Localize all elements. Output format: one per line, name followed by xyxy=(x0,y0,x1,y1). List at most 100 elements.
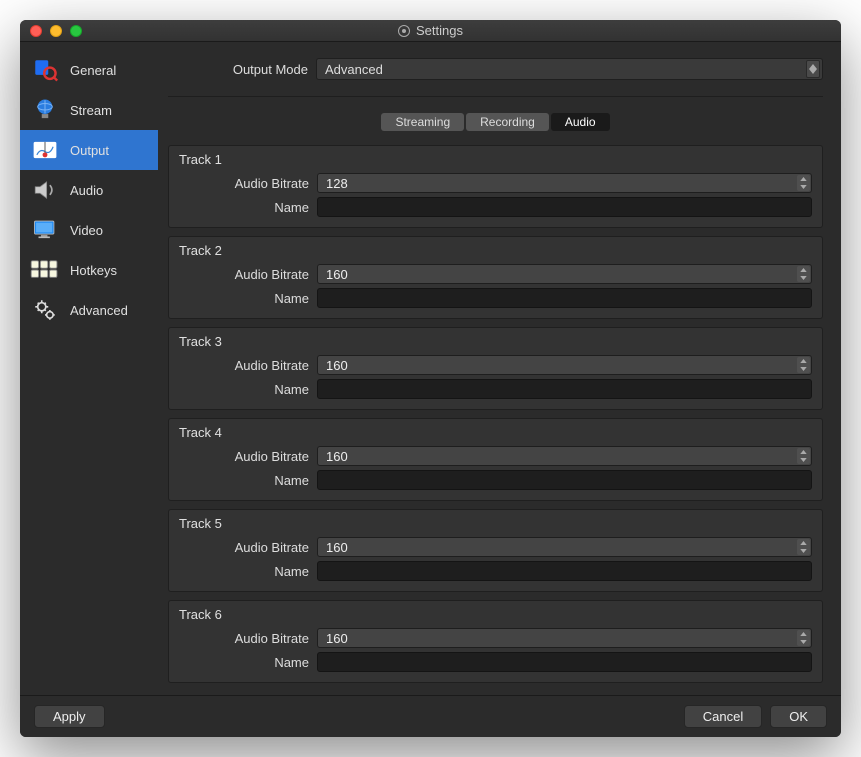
audio-bitrate-label: Audio Bitrate xyxy=(179,449,309,464)
audio-bitrate-row: Audio Bitrate 160 xyxy=(179,264,812,284)
titlebar: Settings xyxy=(20,20,841,42)
sidebar-item-label: Output xyxy=(70,143,109,158)
track-group: Track 4 Audio Bitrate 160 Name xyxy=(168,418,823,501)
output-tabs: Streaming Recording Audio xyxy=(168,105,823,137)
window-body: General Stream xyxy=(20,42,841,695)
audio-bitrate-value: 128 xyxy=(326,176,348,191)
track-name-input[interactable] xyxy=(317,470,812,490)
tab-recording[interactable]: Recording xyxy=(466,113,549,131)
output-mode-label: Output Mode xyxy=(168,62,308,77)
advanced-icon xyxy=(30,296,60,324)
output-icon xyxy=(30,136,60,164)
output-mode-select[interactable]: Advanced xyxy=(316,58,823,80)
stepper-icon xyxy=(797,539,810,555)
audio-bitrate-input[interactable]: 160 xyxy=(317,264,812,284)
audio-bitrate-value: 160 xyxy=(326,267,348,282)
stepper-icon xyxy=(797,266,810,282)
sidebar: General Stream xyxy=(20,42,158,695)
track-name-input[interactable] xyxy=(317,288,812,308)
footer: Apply Cancel OK xyxy=(20,695,841,737)
audio-bitrate-row: Audio Bitrate 160 xyxy=(179,628,812,648)
track-title: Track 2 xyxy=(179,243,812,258)
track-name-label: Name xyxy=(179,564,309,579)
audio-bitrate-row: Audio Bitrate 160 xyxy=(179,446,812,466)
minimize-window-button[interactable] xyxy=(50,25,62,37)
track-name-label: Name xyxy=(179,473,309,488)
sidebar-item-general[interactable]: General xyxy=(20,50,158,90)
stepper-icon xyxy=(797,175,810,191)
audio-bitrate-label: Audio Bitrate xyxy=(179,358,309,373)
sidebar-item-advanced[interactable]: Advanced xyxy=(20,290,158,330)
track-name-input[interactable] xyxy=(317,197,812,217)
sidebar-item-audio[interactable]: Audio xyxy=(20,170,158,210)
stepper-icon xyxy=(797,448,810,464)
audio-bitrate-label: Audio Bitrate xyxy=(179,267,309,282)
track-name-input[interactable] xyxy=(317,379,812,399)
track-group: Track 1 Audio Bitrate 128 Name xyxy=(168,145,823,228)
app-icon xyxy=(398,25,410,37)
track-title: Track 6 xyxy=(179,607,812,622)
hotkeys-icon xyxy=(30,256,60,284)
zoom-window-button[interactable] xyxy=(70,25,82,37)
track-name-input[interactable] xyxy=(317,561,812,581)
track-group: Track 6 Audio Bitrate 160 Name xyxy=(168,600,823,683)
audio-bitrate-value: 160 xyxy=(326,631,348,646)
sidebar-item-label: Hotkeys xyxy=(70,263,117,278)
cancel-button[interactable]: Cancel xyxy=(684,705,762,728)
track-group: Track 3 Audio Bitrate 160 Name xyxy=(168,327,823,410)
track-group: Track 2 Audio Bitrate 160 Name xyxy=(168,236,823,319)
ok-button[interactable]: OK xyxy=(770,705,827,728)
audio-bitrate-input[interactable]: 160 xyxy=(317,537,812,557)
window-title-text: Settings xyxy=(416,23,463,38)
track-title: Track 4 xyxy=(179,425,812,440)
traffic-lights xyxy=(20,25,82,37)
track-name-input[interactable] xyxy=(317,652,812,672)
audio-bitrate-value: 160 xyxy=(326,540,348,555)
sidebar-item-video[interactable]: Video xyxy=(20,210,158,250)
audio-bitrate-input[interactable]: 160 xyxy=(317,628,812,648)
track-name-label: Name xyxy=(179,655,309,670)
apply-button[interactable]: Apply xyxy=(34,705,105,728)
track-name-row: Name xyxy=(179,197,812,217)
track-title: Track 1 xyxy=(179,152,812,167)
general-icon xyxy=(30,56,60,84)
audio-bitrate-label: Audio Bitrate xyxy=(179,176,309,191)
track-name-row: Name xyxy=(179,288,812,308)
audio-bitrate-input[interactable]: 128 xyxy=(317,173,812,193)
output-mode-value: Advanced xyxy=(325,62,383,77)
sidebar-item-label: Audio xyxy=(70,183,103,198)
track-title: Track 3 xyxy=(179,334,812,349)
tab-audio[interactable]: Audio xyxy=(551,113,610,131)
audio-bitrate-row: Audio Bitrate 160 xyxy=(179,355,812,375)
track-title: Track 5 xyxy=(179,516,812,531)
audio-bitrate-row: Audio Bitrate 160 xyxy=(179,537,812,557)
sidebar-item-hotkeys[interactable]: Hotkeys xyxy=(20,250,158,290)
sidebar-item-output[interactable]: Output xyxy=(20,130,158,170)
track-name-row: Name xyxy=(179,379,812,399)
track-name-row: Name xyxy=(179,470,812,490)
track-group: Track 5 Audio Bitrate 160 Name xyxy=(168,509,823,592)
track-name-row: Name xyxy=(179,652,812,672)
sidebar-item-label: Advanced xyxy=(70,303,128,318)
stepper-icon xyxy=(797,630,810,646)
divider xyxy=(168,96,823,97)
sidebar-item-label: Video xyxy=(70,223,103,238)
video-icon xyxy=(30,216,60,244)
sidebar-item-label: Stream xyxy=(70,103,112,118)
output-mode-row: Output Mode Advanced xyxy=(168,54,823,88)
audio-bitrate-label: Audio Bitrate xyxy=(179,540,309,555)
track-name-label: Name xyxy=(179,382,309,397)
audio-bitrate-label: Audio Bitrate xyxy=(179,631,309,646)
audio-bitrate-input[interactable]: 160 xyxy=(317,446,812,466)
track-name-label: Name xyxy=(179,200,309,215)
tab-streaming[interactable]: Streaming xyxy=(381,113,464,131)
close-window-button[interactable] xyxy=(30,25,42,37)
audio-bitrate-value: 160 xyxy=(326,449,348,464)
stepper-icon xyxy=(797,357,810,373)
main-panel: Output Mode Advanced Streaming Recording… xyxy=(158,42,841,695)
tracks-container: Track 1 Audio Bitrate 128 Name Track 2 Audio … xyxy=(168,145,823,683)
settings-window: Settings General xyxy=(20,20,841,737)
audio-bitrate-input[interactable]: 160 xyxy=(317,355,812,375)
select-stepper-icon xyxy=(806,60,820,78)
sidebar-item-stream[interactable]: Stream xyxy=(20,90,158,130)
